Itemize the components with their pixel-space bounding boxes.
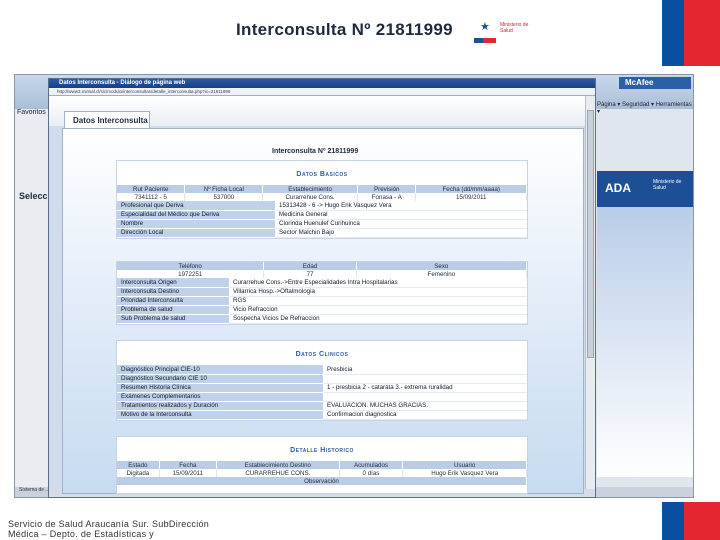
basic-data-table: Rut Paciente Nº Ficha Local Establecimie… bbox=[117, 185, 527, 201]
table-row: Digitada 15/09/2011 CURARREHUE CONS. 0 d… bbox=[117, 469, 527, 477]
column-header: Rut Paciente bbox=[117, 185, 186, 193]
patient-data-table: Teléfono Edad Sexo 1972251 77 Femenino bbox=[117, 262, 528, 278]
section-datos-clinicos: Datos Clinicos Diagnóstico Principal CIE… bbox=[116, 340, 528, 421]
tab-datos-interconsulta[interactable]: Datos Interconsulta bbox=[64, 111, 150, 129]
interconsulta-heading: Interconsulta Nº 21811999 bbox=[236, 20, 453, 39]
field-label: Sub Problema de salud bbox=[117, 314, 229, 324]
browser-menu[interactable]: Página ▾ Seguridad ▾ Herramientas ▾ bbox=[597, 101, 693, 115]
section-title: Detalle Historico bbox=[290, 447, 354, 454]
field-label: Interconsulta Destino bbox=[117, 287, 229, 297]
field-value: Presbicia bbox=[323, 365, 527, 375]
section-datos-basicos: Datos Basicos Rut Paciente Nº Ficha Loca… bbox=[116, 160, 528, 239]
column-header: Fecha (dd/mm/aaaa) bbox=[415, 185, 527, 193]
field-value: EVALUACION. MUCHAS GRACIAS. bbox=[323, 401, 527, 411]
section-title: Datos Clinicos bbox=[295, 351, 349, 358]
field-value: Confirmacion diagnostica bbox=[323, 410, 527, 420]
field-value bbox=[323, 392, 527, 402]
field-value: Vicio Refraccion bbox=[229, 305, 527, 315]
logo-flag-bars bbox=[474, 38, 496, 43]
background-gradient-panel bbox=[597, 207, 693, 477]
selector-label: Selecc bbox=[19, 191, 48, 201]
chile-government-star-icon: ★ bbox=[480, 21, 490, 33]
presentation-slide: Favoritos Selecc McAfee Página ▾ Segurid… bbox=[0, 0, 720, 540]
table-cell: 15/09/2011 bbox=[159, 469, 218, 477]
table-cell: 0 días bbox=[339, 469, 404, 477]
patient-fields-table: Interconsulta Origen Curarrehue Cons.->En… bbox=[117, 278, 527, 324]
column-header: Previsión bbox=[357, 185, 417, 193]
table-cell: 15/09/2011 bbox=[415, 193, 527, 201]
column-header: Establecimiento bbox=[262, 185, 359, 193]
column-header: Sexo bbox=[356, 262, 528, 270]
column-header: Usuario bbox=[402, 461, 527, 469]
field-label: Profesional que Deriva bbox=[117, 201, 275, 211]
field-label: Exámenes Complementarios bbox=[117, 392, 323, 402]
field-value: Medicina General bbox=[275, 210, 527, 220]
field-label: Problema de salud bbox=[117, 305, 229, 315]
column-header: Establecimiento Destino bbox=[216, 461, 340, 469]
table-cell: 1972251 bbox=[117, 270, 265, 278]
field-value: Villarrica Hosp.->Oftalmologia bbox=[229, 287, 527, 297]
field-label: Prioridad Interconsulta bbox=[117, 296, 229, 306]
field-label: Motivo de la Interconsulta bbox=[117, 410, 323, 420]
table-cell: Fonasa - A bbox=[357, 193, 417, 201]
field-value: Clorinda Huenulef Curihuinca bbox=[275, 219, 527, 229]
column-header: Estado bbox=[117, 461, 160, 469]
table-cell: Hugo Erik Vasquez Vera bbox=[402, 469, 527, 477]
section-detalle-historico: Detalle Historico Estado Fecha Estableci… bbox=[116, 436, 528, 494]
banner-text: ADA bbox=[605, 181, 631, 195]
logo-text: Ministerio de Salud bbox=[500, 22, 529, 34]
field-value: 1 - presbicia 2 - catarata 3.- extrema r… bbox=[323, 383, 527, 393]
field-value: Sospecha Vicios De Refraccion bbox=[229, 314, 527, 324]
column-header: Edad bbox=[263, 262, 357, 270]
dialog-scrollbar[interactable] bbox=[585, 96, 595, 491]
flag-stripe-top bbox=[662, 0, 720, 66]
column-header: Acumulados bbox=[339, 461, 404, 469]
left-panel bbox=[15, 109, 51, 497]
section-title: Datos Basicos bbox=[296, 171, 348, 178]
table-cell: CURARREHUE CONS. bbox=[216, 469, 340, 477]
field-label: Diagnóstico Principal CIE-10 bbox=[117, 365, 323, 375]
field-label: Diagnóstico Secundario CIE 10 bbox=[117, 374, 323, 384]
field-label: Dirección Local bbox=[117, 228, 275, 238]
form-title: Interconsulta Nº 21811999 bbox=[272, 148, 359, 155]
table-cell: Digitada bbox=[117, 469, 160, 477]
slide-footer: Servicio de Salud Araucanía Sur. SubDire… bbox=[8, 519, 209, 539]
dialog-title-bar[interactable]: Datos Interconsulta - Diálogo de página … bbox=[49, 79, 595, 88]
table-cell: 7341112 - 5 bbox=[117, 193, 186, 201]
field-value bbox=[323, 374, 527, 384]
section-datos-paciente: Teléfono Edad Sexo 1972251 77 Femenino I… bbox=[116, 261, 528, 325]
field-value: Curarrehue Cons.->Entre Especialidades I… bbox=[229, 278, 527, 288]
column-header: Fecha bbox=[159, 461, 218, 469]
favorites-label[interactable]: Favoritos bbox=[17, 109, 46, 116]
field-value: RGS bbox=[229, 296, 527, 306]
field-value: Sector Malchin Bajo bbox=[275, 228, 527, 238]
history-table: Estado Fecha Establecimiento Destino Acu… bbox=[117, 461, 527, 485]
column-header: Nº Ficha Local bbox=[184, 185, 264, 193]
field-label: Resumen Historia Clínica bbox=[117, 383, 323, 393]
dialog-address-bar: http://www3.minsal.cl/sic/modulo/interco… bbox=[49, 88, 595, 96]
observation-header: Observación bbox=[117, 477, 527, 485]
table-cell: 537000 bbox=[184, 193, 264, 201]
scrollbar-thumb[interactable] bbox=[587, 110, 594, 358]
table-cell: Femenino bbox=[356, 270, 528, 278]
table-cell: 77 bbox=[263, 270, 357, 278]
field-label: Interconsulta Origen bbox=[117, 278, 229, 288]
table-cell: Curarrehue Cons. bbox=[262, 193, 359, 201]
basic-fields-table: Profesional que Deriva 15313428 - 6 -> Hu… bbox=[117, 201, 527, 238]
clinical-fields-table: Diagnóstico Principal CIE-10 Presbicia Di… bbox=[117, 365, 527, 420]
field-value: 15313428 - 6 -> Hugo Erik Vasquez Vera bbox=[275, 201, 527, 211]
field-label: Especialidad del Médico que Deriva bbox=[117, 210, 275, 220]
footer-line-1: Servicio de Salud Araucanía Sur. SubDire… bbox=[8, 519, 210, 529]
column-header: Teléfono bbox=[117, 262, 265, 270]
flag-stripe-bottom bbox=[662, 502, 720, 540]
minsal-banner: ADA Ministerio de Salud bbox=[597, 171, 693, 207]
footer-line-2: Médica – Depto. de Estadísticas y bbox=[8, 529, 154, 539]
field-label: Tratamientos realizados y Duración bbox=[117, 401, 323, 411]
field-label: Nombre bbox=[117, 219, 275, 229]
mcafee-badge[interactable]: McAfee bbox=[619, 77, 691, 89]
banner-subtext: Ministerio de Salud bbox=[653, 179, 682, 191]
